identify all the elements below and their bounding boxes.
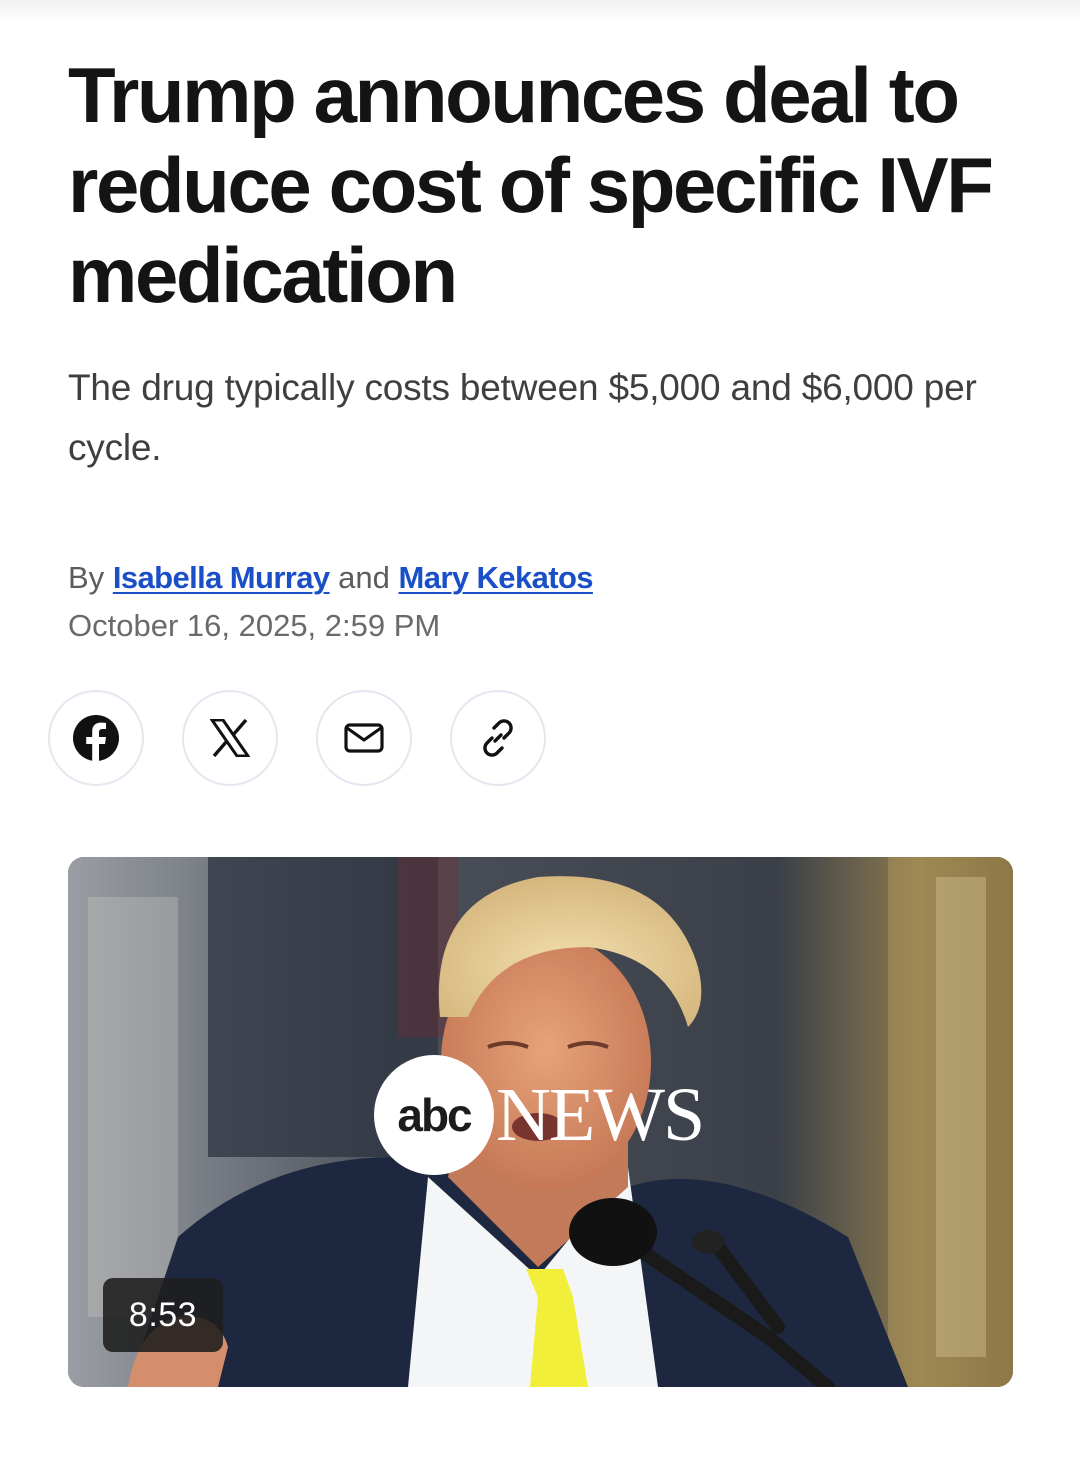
share-facebook-button[interactable] bbox=[48, 690, 144, 786]
abc-news-logo: abc NEWS bbox=[374, 1055, 705, 1175]
byline: By Isabella Murray and Mary Kekatos bbox=[68, 556, 1018, 600]
email-icon bbox=[344, 723, 384, 753]
article-header: Trump announces deal to reduce cost of s… bbox=[68, 50, 1018, 648]
headline: Trump announces deal to reduce cost of s… bbox=[68, 51, 994, 319]
publish-date: October 16, 2025, 2:59 PM bbox=[68, 608, 441, 643]
facebook-icon bbox=[72, 714, 120, 762]
share-email-button[interactable] bbox=[316, 690, 412, 786]
copy-link-button[interactable] bbox=[450, 690, 546, 786]
x-icon bbox=[210, 719, 250, 757]
share-bar bbox=[48, 690, 546, 786]
top-shadow bbox=[0, 0, 1080, 22]
share-x-button[interactable] bbox=[182, 690, 278, 786]
byline-joiner: and bbox=[338, 560, 390, 595]
abc-logo-mark: abc bbox=[374, 1055, 494, 1175]
author-link-mary-kekatos[interactable]: Mary Kekatos bbox=[399, 560, 594, 595]
video-player[interactable]: abc NEWS 8:53 bbox=[68, 857, 1013, 1387]
link-icon bbox=[476, 716, 520, 760]
video-duration-badge: 8:53 bbox=[103, 1278, 223, 1352]
abc-logo-word: NEWS bbox=[496, 1073, 705, 1157]
byline-prefix: By bbox=[68, 560, 105, 595]
author-link-isabella-murray[interactable]: Isabella Murray bbox=[113, 560, 330, 595]
subheadline: The drug typically costs between $5,000 … bbox=[68, 367, 977, 468]
